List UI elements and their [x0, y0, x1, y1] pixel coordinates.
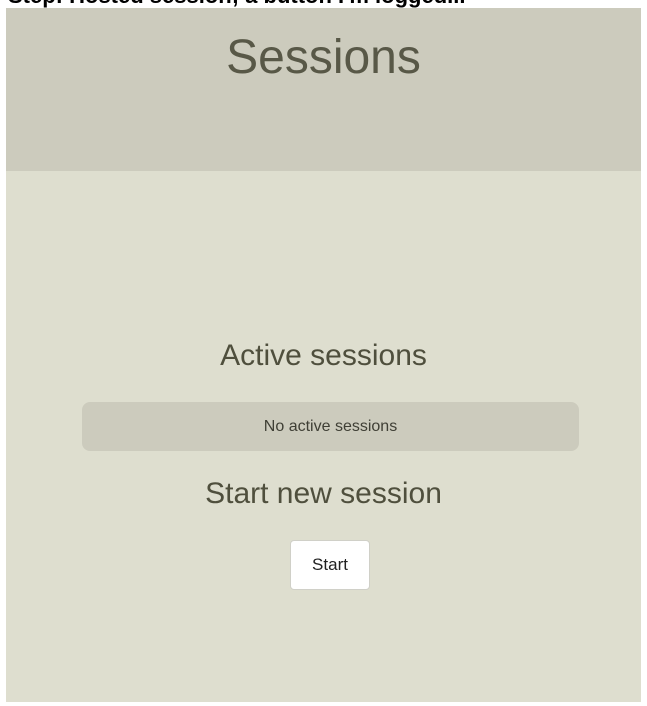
start-new-session-heading: Start new session	[205, 477, 442, 510]
active-sessions-heading: Active sessions	[220, 339, 427, 372]
sessions-page: Sessions Active sessions No active sessi…	[6, 8, 641, 702]
active-sessions-empty-state: No active sessions	[82, 402, 579, 451]
start-session-button[interactable]: Start	[290, 540, 370, 590]
page-header: Sessions	[6, 8, 641, 171]
page-title: Sessions	[226, 31, 421, 84]
tutorial-caption: Step: Hosted session; a button I'm logge…	[0, 0, 647, 8]
